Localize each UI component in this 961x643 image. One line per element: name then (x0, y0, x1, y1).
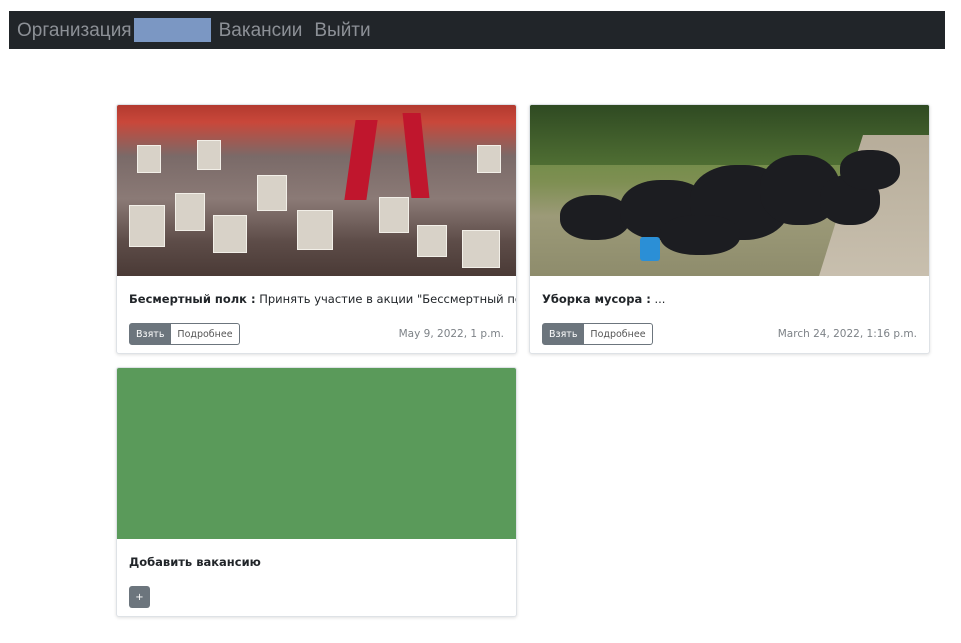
organization-name-redacted (133, 18, 211, 42)
card-footer: Взять Подробнее May 9, 2022, 1 p.m. (129, 323, 504, 345)
card-body: Бесмертный полк : Принять участие в акци… (117, 292, 516, 345)
vacancy-image (117, 105, 516, 276)
add-vacancy-card: Добавить вакансию + (116, 367, 517, 617)
card-footer: Взять Подробнее March 24, 2022, 1:16 p.m… (542, 323, 917, 345)
take-button[interactable]: Взять (542, 323, 585, 345)
add-vacancy-title: Добавить вакансию (129, 555, 504, 569)
vacancy-card: Уборка мусора : ... Взять Подробнее Marc… (529, 104, 930, 354)
top-navbar: Организация Вакансии Выйти (9, 11, 945, 49)
add-vacancy-button[interactable]: + (129, 586, 150, 608)
take-button[interactable]: Взять (129, 323, 172, 345)
card-footer: + (129, 586, 504, 608)
add-vacancy-image (117, 368, 516, 539)
nav-link-logout[interactable]: Выйти (314, 21, 370, 40)
vacancy-text: Принять участие в акции "Бессмертный пол… (259, 292, 517, 306)
nav-link-vacancies[interactable]: Вакансии (219, 21, 303, 40)
vacancy-card: Бесмертный полк : Принять участие в акци… (116, 104, 517, 354)
card-body: Уборка мусора : ... Взять Подробнее Marc… (530, 292, 929, 345)
vacancy-description: Уборка мусора : ... (542, 292, 917, 306)
vacancy-description: Бесмертный полк : Принять участие в акци… (129, 292, 516, 306)
button-group: Взять Подробнее (129, 323, 240, 345)
vacancy-title: Уборка мусора : (542, 292, 651, 306)
vacancy-date: May 9, 2022, 1 p.m. (398, 328, 504, 340)
details-button[interactable]: Подробнее (584, 323, 653, 345)
brand-link[interactable]: Организация (17, 21, 132, 40)
vacancy-title: Бесмертный полк : (129, 292, 256, 306)
details-button[interactable]: Подробнее (171, 323, 240, 345)
vacancy-text: ... (654, 292, 666, 306)
button-group: Взять Подробнее (542, 323, 653, 345)
vacancy-date: March 24, 2022, 1:16 p.m. (777, 328, 917, 340)
card-body: Добавить вакансию + (117, 555, 516, 608)
vacancy-image (530, 105, 929, 276)
add-vacancy-title-text: Добавить вакансию (129, 555, 261, 569)
